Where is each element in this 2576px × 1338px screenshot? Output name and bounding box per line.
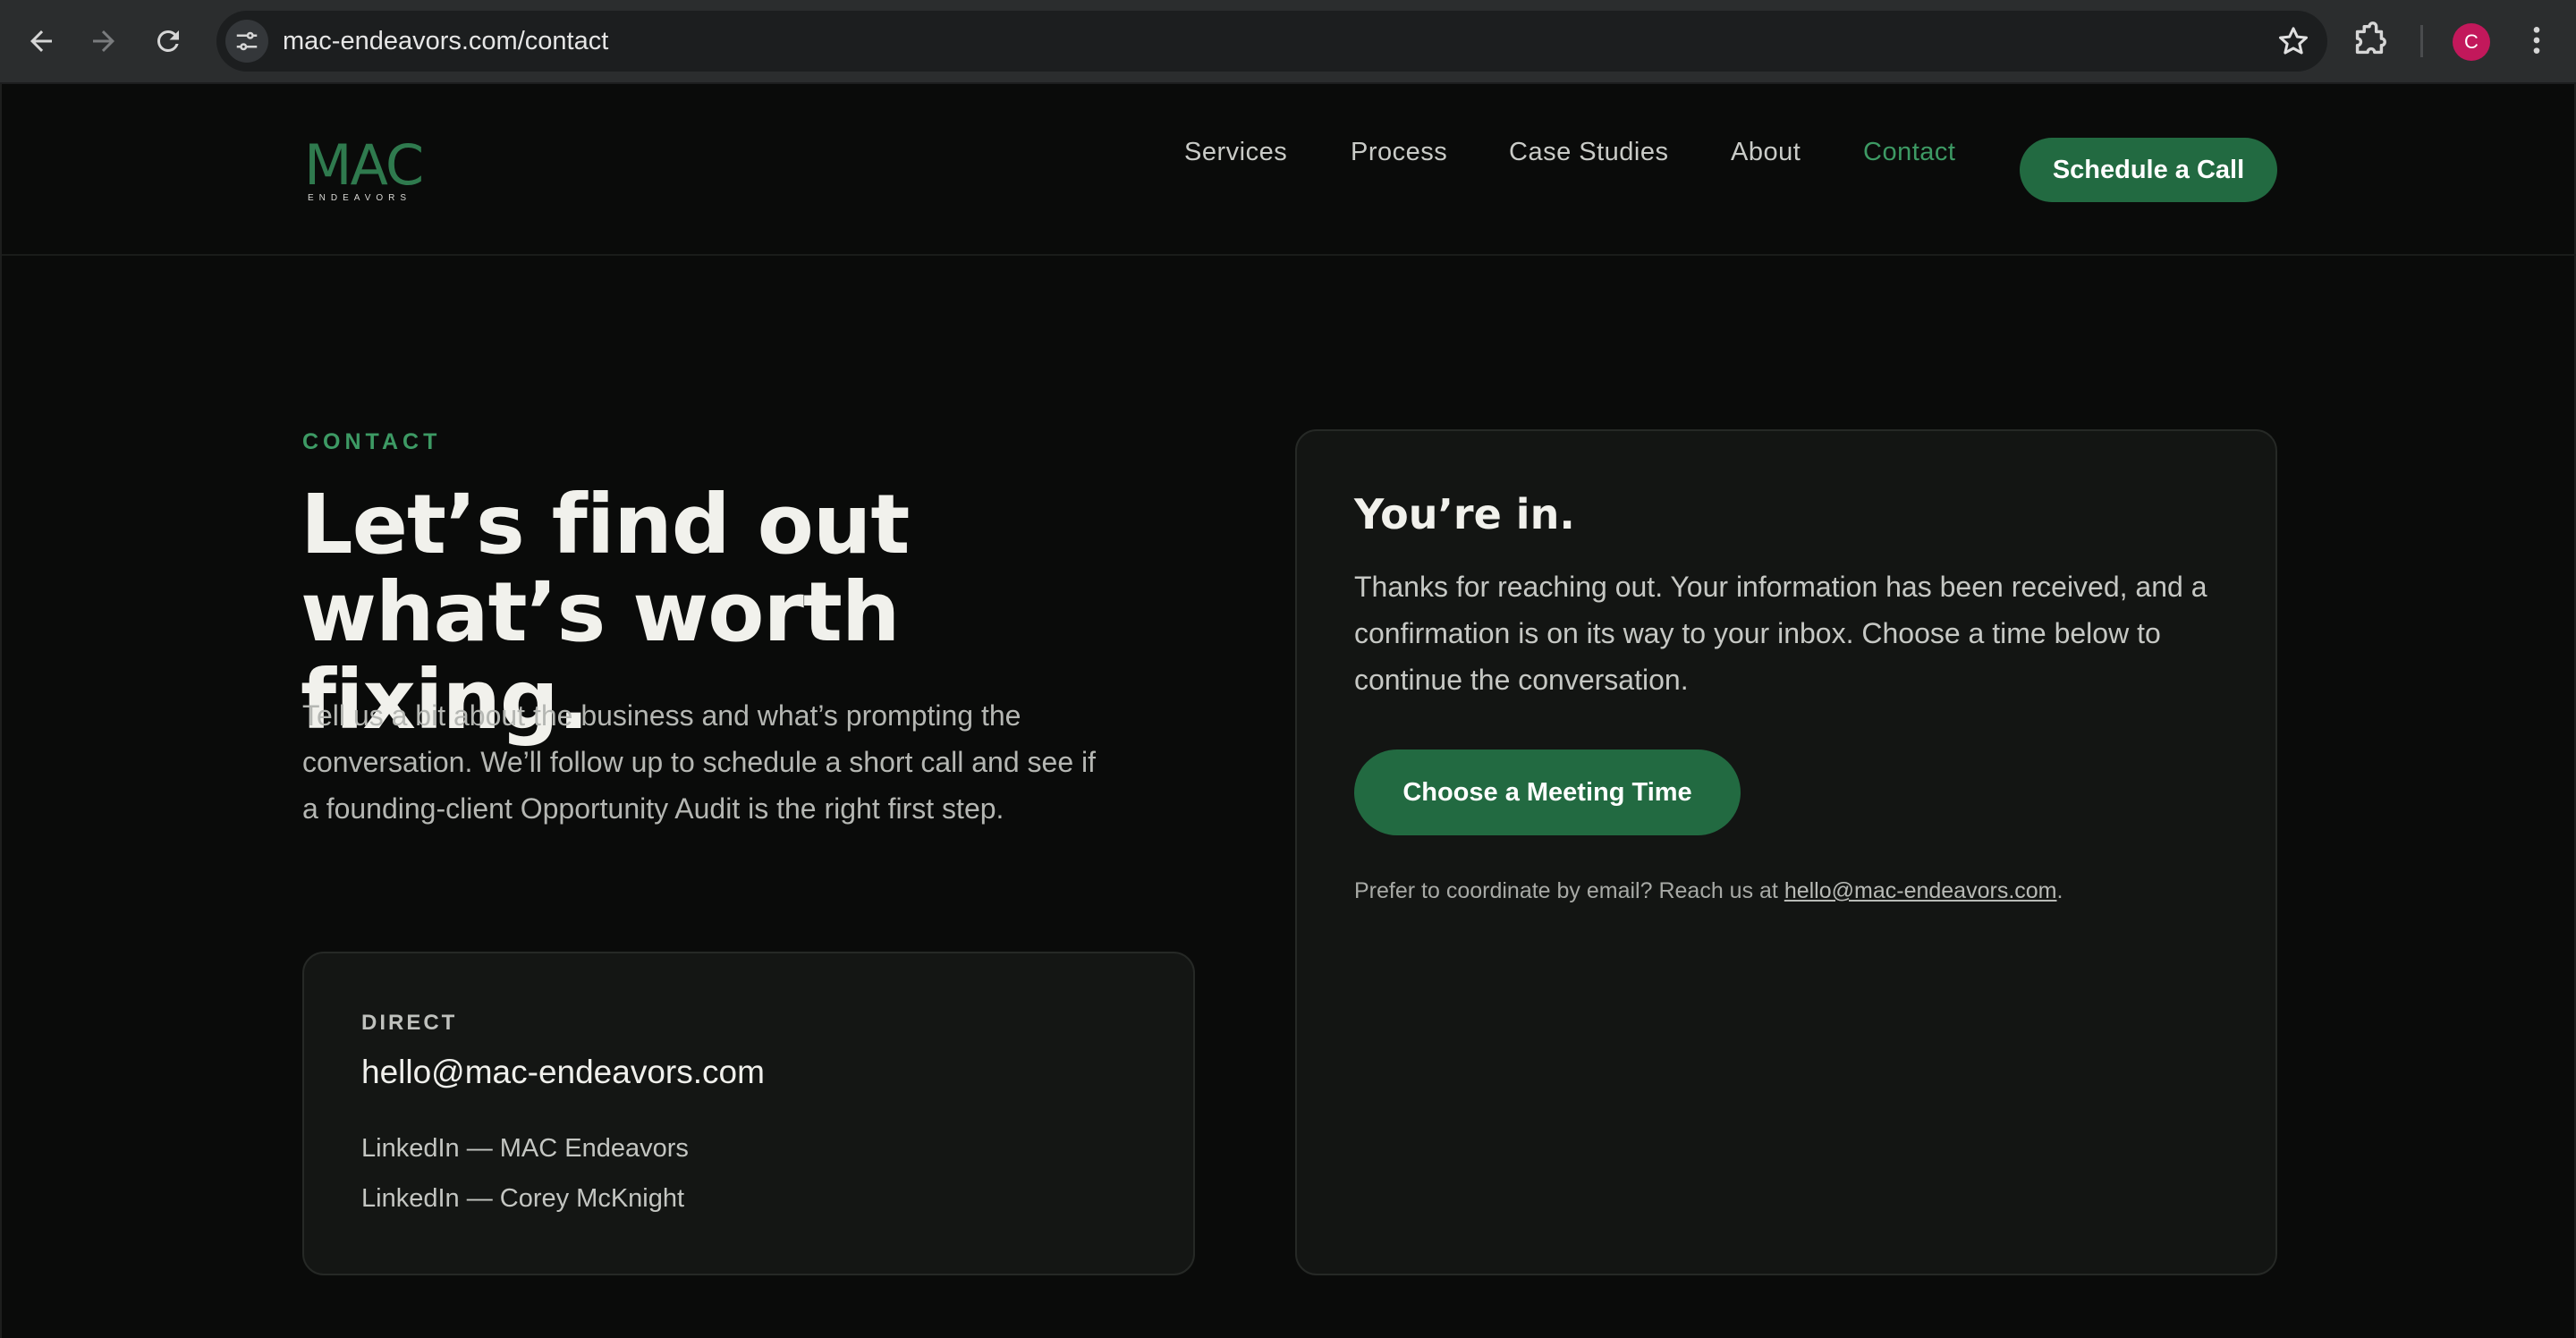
tune-icon — [236, 31, 258, 51]
direct-email-link[interactable]: hello@mac-endeavors.com — [361, 1054, 765, 1091]
more-menu-icon[interactable] — [2519, 20, 2555, 61]
section-eyebrow: CONTACT — [302, 429, 442, 454]
nav-process[interactable]: Process — [1351, 138, 1447, 167]
email-note-suffix: . — [2056, 878, 2063, 903]
forward-button[interactable] — [75, 13, 132, 70]
logo-wordmark: MAC — [304, 132, 424, 198]
direct-contact-card: DIRECT hello@mac-endeavors.com LinkedIn … — [302, 952, 1195, 1275]
site-header: MAC ENDEAVORS Services Process Case Stud… — [2, 84, 2576, 256]
profile-avatar[interactable]: C — [2453, 23, 2490, 61]
nav-case-studies[interactable]: Case Studies — [1509, 138, 1669, 167]
direct-label: DIRECT — [361, 1011, 458, 1035]
linkedin-founder-link[interactable]: LinkedIn — Corey McKnight — [361, 1184, 684, 1214]
linkedin-company-link[interactable]: LinkedIn — MAC Endeavors — [361, 1134, 689, 1164]
browser-toolbar: mac-endeavors.com/contact C — [0, 0, 2576, 84]
schedule-call-button[interactable]: Schedule a Call — [2020, 138, 2277, 202]
nav-contact[interactable]: Contact — [1863, 138, 1955, 167]
arrow-left-icon — [30, 30, 52, 52]
url-text[interactable]: mac-endeavors.com/contact — [283, 11, 608, 72]
address-bar[interactable]: mac-endeavors.com/contact — [216, 11, 2327, 72]
arrow-right-icon — [93, 30, 114, 52]
confirmation-message: Thanks for reaching out. Your informatio… — [1354, 571, 2207, 696]
nav-services[interactable]: Services — [1184, 138, 1287, 167]
back-button[interactable] — [13, 13, 70, 70]
site-info-button[interactable] — [225, 20, 268, 63]
email-note-prefix: Prefer to coordinate by email? Reach us … — [1354, 878, 1784, 903]
confirmation-title: You’re in. — [1354, 490, 1575, 538]
site-logo[interactable]: MAC ENDEAVORS — [304, 132, 424, 204]
reload-button[interactable] — [140, 13, 197, 70]
headline-line-1: Let’s find out — [301, 477, 910, 572]
nav-about[interactable]: About — [1731, 138, 1801, 167]
confirmation-card: You’re in. Thanks for reaching out. Your… — [1295, 429, 2277, 1275]
logo-subtext: ENDEAVORS — [308, 193, 412, 203]
email-note: Prefer to coordinate by email? Reach us … — [1354, 878, 2063, 904]
reload-icon — [157, 30, 179, 52]
choose-meeting-time-button[interactable]: Choose a Meeting Time — [1354, 749, 1741, 835]
email-note-link[interactable]: hello@mac-endeavors.com — [1784, 878, 2057, 903]
bookmark-star-icon[interactable] — [2275, 23, 2311, 59]
extensions-puzzle-icon[interactable] — [2349, 20, 2390, 61]
intro-paragraph: Tell us a bit about the business and wha… — [302, 699, 1096, 825]
toolbar-divider — [2420, 25, 2423, 57]
page: MAC ENDEAVORS Services Process Case Stud… — [0, 84, 2576, 1338]
